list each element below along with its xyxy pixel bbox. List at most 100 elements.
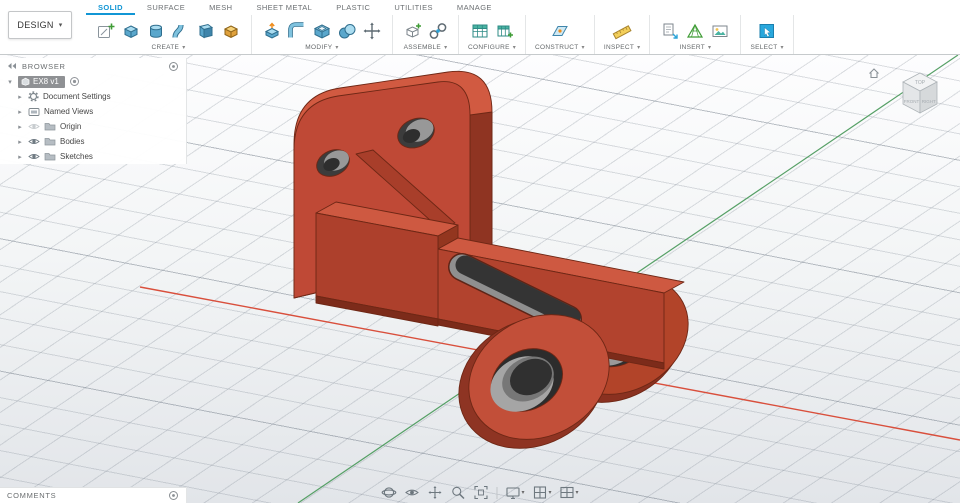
- toolbar-group-select: SELECT ▾: [741, 15, 794, 54]
- design-menu-button[interactable]: DESIGN ▾: [8, 11, 72, 39]
- browser-item-origin[interactable]: ▸ Origin: [0, 119, 186, 134]
- sweep-button[interactable]: [170, 20, 192, 42]
- viewports-button[interactable]: ▾: [560, 485, 579, 500]
- orbit-icon: [381, 487, 397, 498]
- orbit-button[interactable]: [381, 485, 397, 500]
- expand-caret-icon[interactable]: ▸: [16, 138, 24, 146]
- viewport-canvas[interactable]: TOP FRONT RIGHT BROWSER ▾ EX8 v1 ▸ Docum…: [0, 55, 960, 503]
- home-icon[interactable]: [868, 67, 880, 79]
- ribbon: SOLID SURFACE MESH SHEET METAL PLASTIC U…: [86, 0, 960, 54]
- new-component-button[interactable]: [402, 20, 424, 42]
- expand-caret-icon[interactable]: ▸: [16, 123, 24, 131]
- browser-item-named-views[interactable]: ▸ Named Views: [0, 104, 186, 119]
- move-copy-button[interactable]: [361, 20, 383, 42]
- browser-options-button[interactable]: [168, 61, 179, 72]
- options-icon: [169, 491, 178, 500]
- extrude-button[interactable]: [120, 20, 142, 42]
- active-document-pill[interactable]: EX8 v1: [18, 75, 65, 88]
- modify-dropdown[interactable]: MODIFY ▾: [305, 44, 338, 51]
- insert-derive-icon: [663, 23, 679, 39]
- viewcube[interactable]: TOP FRONT RIGHT: [868, 63, 950, 127]
- new-component-icon: [406, 23, 421, 38]
- radio-icon[interactable]: [69, 76, 80, 87]
- toolbar-group-create: CREATE ▾: [86, 15, 252, 54]
- folder-icon: [44, 153, 56, 161]
- insert-mesh-button[interactable]: [684, 20, 706, 42]
- comments-options-button[interactable]: [168, 490, 179, 501]
- expand-caret-icon[interactable]: ▾: [6, 78, 14, 86]
- grid-snaps-button[interactable]: ▾: [532, 485, 552, 500]
- decal-button[interactable]: [709, 20, 731, 42]
- loft-button[interactable]: [195, 20, 217, 42]
- select-button[interactable]: [756, 20, 778, 42]
- assemble-dropdown[interactable]: ASSEMBLE ▾: [404, 44, 448, 51]
- press-pull-button[interactable]: [261, 20, 283, 42]
- measure-button[interactable]: [611, 20, 633, 42]
- construction-plane-button[interactable]: [549, 20, 571, 42]
- chevron-down-icon: ▾: [708, 45, 712, 51]
- options-icon: [169, 61, 178, 71]
- pan-button[interactable]: [427, 485, 442, 500]
- expand-caret-icon[interactable]: ▸: [16, 108, 24, 116]
- create-dropdown[interactable]: CREATE ▾: [152, 44, 186, 51]
- select-dropdown[interactable]: SELECT ▾: [750, 44, 783, 51]
- tab-mesh[interactable]: MESH: [197, 0, 244, 15]
- display-settings-button[interactable]: ▾: [505, 485, 524, 500]
- expand-caret-icon[interactable]: ▸: [16, 153, 24, 161]
- assemble-label: ASSEMBLE: [403, 44, 442, 51]
- move-copy-icon: [363, 22, 381, 39]
- revolve-button[interactable]: [145, 20, 167, 42]
- configure-features-icon: [497, 25, 513, 37]
- create-sketch-button[interactable]: [95, 20, 117, 42]
- tab-surface[interactable]: SURFACE: [135, 0, 197, 15]
- chevron-down-icon: ▾: [575, 490, 579, 496]
- collapse-panel-icon[interactable]: [7, 62, 17, 70]
- browser-item-sketches[interactable]: ▸ Sketches: [0, 149, 186, 164]
- insert-dropdown[interactable]: INSERT ▾: [680, 44, 712, 51]
- inspect-dropdown[interactable]: INSPECT ▾: [604, 44, 641, 51]
- browser-item-bodies[interactable]: ▸ Bodies: [0, 134, 186, 149]
- insert-mesh-icon: [687, 23, 704, 38]
- insert-derive-button[interactable]: [659, 20, 681, 42]
- model-part[interactable]: [293, 70, 709, 473]
- item-label: Bodies: [60, 137, 85, 146]
- ribbon-tabs: SOLID SURFACE MESH SHEET METAL PLASTIC U…: [86, 0, 960, 15]
- tab-utilities[interactable]: UTILITIES: [382, 0, 445, 15]
- nav-toolbar: ▾ ▾ ▾: [381, 485, 579, 500]
- visibility-eye-icon[interactable]: [28, 122, 40, 131]
- combine-button[interactable]: [336, 20, 358, 42]
- shell-button[interactable]: [311, 20, 333, 42]
- fit-button[interactable]: [473, 485, 488, 500]
- viewcube-cube[interactable]: TOP FRONT RIGHT: [890, 63, 950, 123]
- press-pull-icon: [264, 21, 280, 39]
- visibility-eye-icon[interactable]: [28, 152, 40, 161]
- tab-solid[interactable]: SOLID: [86, 0, 135, 15]
- toolbar-group-construct: CONSTRUCT ▾: [526, 15, 595, 54]
- create-label: CREATE: [151, 44, 180, 51]
- browser-item-document[interactable]: ▾ EX8 v1: [0, 74, 186, 89]
- named-views-icon: [28, 107, 40, 116]
- tab-plastic[interactable]: PLASTIC: [324, 0, 382, 15]
- tab-manage[interactable]: MANAGE: [445, 0, 504, 15]
- browser-header[interactable]: BROWSER: [0, 58, 186, 74]
- comments-panel[interactable]: COMMENTS: [0, 487, 187, 503]
- create-sketch-icon: [98, 23, 115, 38]
- expand-caret-icon[interactable]: ▸: [16, 93, 24, 101]
- item-label: Named Views: [44, 107, 94, 116]
- browser-item-document-settings[interactable]: ▸ Document Settings: [0, 89, 186, 104]
- viewcube-top-label: TOP: [915, 80, 926, 86]
- construct-dropdown[interactable]: CONSTRUCT ▾: [535, 44, 585, 51]
- toolbar-group-assemble: ASSEMBLE ▾: [393, 15, 459, 54]
- configure-dropdown[interactable]: CONFIGURE ▾: [468, 44, 516, 51]
- primitive-box-button[interactable]: [220, 20, 242, 42]
- configure-features-button[interactable]: [494, 20, 516, 42]
- zoom-button[interactable]: [450, 485, 465, 500]
- configuration-table-button[interactable]: [469, 20, 491, 42]
- fit-icon: [474, 485, 488, 500]
- joint-button[interactable]: [427, 20, 449, 42]
- fillet-button[interactable]: [286, 20, 308, 42]
- tab-sheet-metal[interactable]: SHEET METAL: [244, 0, 324, 15]
- look-at-button[interactable]: [404, 485, 419, 500]
- chevron-down-icon: ▾: [512, 45, 517, 51]
- visibility-eye-icon[interactable]: [28, 137, 40, 146]
